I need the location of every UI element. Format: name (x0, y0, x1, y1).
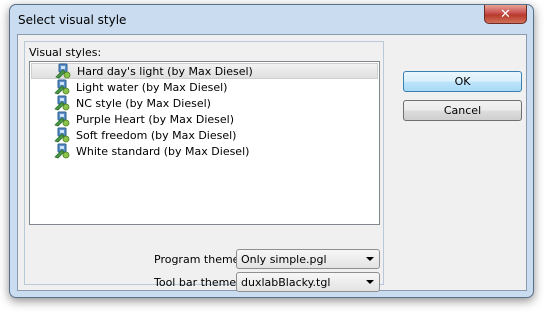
toolbar-theme-label: Tool bar theme (154, 276, 237, 289)
dialog-title: Select visual style (18, 13, 127, 27)
style-icon (54, 143, 70, 159)
style-icon (54, 95, 70, 111)
list-item[interactable]: Soft freedom (by Max Diesel) (31, 127, 378, 143)
list-item[interactable]: Purple Heart (by Max Diesel) (31, 111, 378, 127)
list-item-label: Soft freedom (by Max Diesel) (76, 128, 237, 142)
cancel-button[interactable]: Cancel (403, 100, 522, 121)
ok-button-label: OK (454, 75, 471, 88)
ok-button[interactable]: OK (403, 71, 522, 92)
list-item[interactable]: NC style (by Max Diesel) (31, 95, 378, 111)
close-button[interactable]: ✕ (484, 5, 527, 24)
program-theme-value: Only simple.pgl (241, 252, 327, 266)
chevron-down-icon (366, 280, 374, 284)
close-icon: ✕ (500, 6, 511, 22)
cancel-button-label: Cancel (443, 104, 482, 117)
program-theme-label: Program theme (154, 253, 240, 266)
list-item-label: Hard day's light (by Max Diesel) (77, 64, 253, 78)
style-icon (55, 63, 71, 79)
list-item-label: Light water (by Max Diesel) (76, 80, 228, 94)
program-theme-select[interactable]: Only simple.pgl (236, 249, 380, 269)
style-icon (54, 79, 70, 95)
list-item[interactable]: Hard day's light (by Max Diesel) (31, 63, 378, 79)
visual-styles-list[interactable]: Hard day's light (by Max Diesel) Light w… (29, 61, 380, 225)
toolbar-theme-select[interactable]: duxlabBlacky.tgl (236, 272, 380, 292)
list-item-label: White standard (by Max Diesel) (76, 144, 250, 158)
list-item[interactable]: White standard (by Max Diesel) (31, 143, 378, 159)
style-icon (54, 127, 70, 143)
dialog-window: Select visual style ✕ Visual styles: Har… (9, 4, 534, 298)
chevron-down-icon (366, 257, 374, 261)
style-icon (54, 111, 70, 127)
visual-styles-label: Visual styles: (29, 46, 102, 59)
dialog-client-area: Visual styles: Hard day's light (by Max … (17, 34, 527, 292)
list-item[interactable]: Light water (by Max Diesel) (31, 79, 378, 95)
list-item-label: Purple Heart (by Max Diesel) (76, 112, 235, 126)
toolbar-theme-value: duxlabBlacky.tgl (241, 275, 331, 289)
styles-group: Visual styles: Hard day's light (by Max … (24, 41, 384, 292)
list-item-label: NC style (by Max Diesel) (76, 96, 211, 110)
